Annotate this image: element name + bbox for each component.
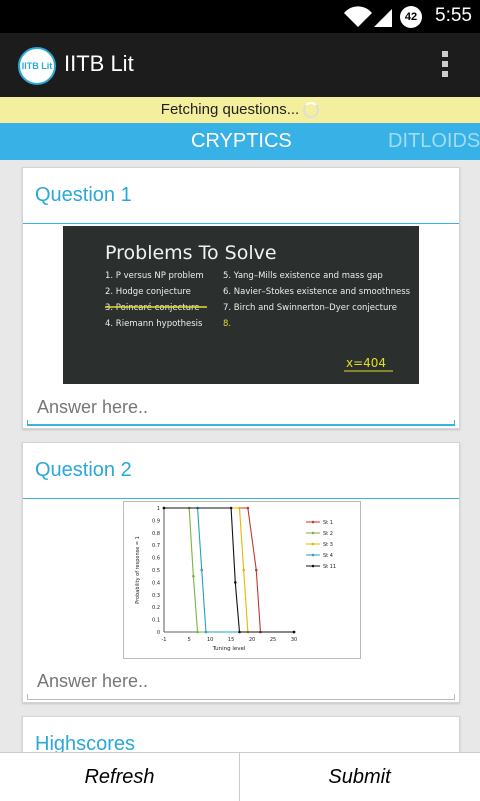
question-image-2: -1 5 10 15 20 25 30 0 0.1 0.2 0.3 0.4 0.5 0.6 0.7 0.8 0.… <box>123 501 361 659</box>
y-tick-label: 0 <box>157 630 160 636</box>
board-heading: Problems To Solve <box>105 242 277 264</box>
y-tick-label: 0.9 <box>152 518 160 524</box>
series-point <box>196 630 199 634</box>
series-line <box>164 507 294 633</box>
answer-input-2[interactable] <box>27 664 455 698</box>
series-point <box>238 506 241 510</box>
x-tick-label: 5 <box>188 637 191 643</box>
series-line <box>164 507 294 633</box>
legend-marker <box>311 553 315 557</box>
board-item: 2. Hodge conjecture <box>105 287 191 297</box>
fetch-banner-text: Fetching questions... <box>160 101 300 118</box>
board-item: 5. Yang–Mills existence and mass gap <box>223 271 383 281</box>
y-tick-label: 0.2 <box>152 605 160 611</box>
x-tick-label: 10 <box>207 637 213 643</box>
x-tick-label: -1 <box>162 637 167 643</box>
question-title-2: Question 2 <box>35 459 132 481</box>
question-header-1: Question 1 <box>23 168 459 224</box>
battery-icon: 42 <box>400 6 422 28</box>
action-bar: IITB Lit IITB Lit <box>0 33 480 97</box>
y-tick-label: 0.7 <box>152 543 160 549</box>
app-logo[interactable]: IITB Lit <box>18 47 56 85</box>
series-point <box>246 506 250 510</box>
board-item: 7. Birch and Swinnerton–Dyer conjecture <box>223 303 397 313</box>
series-point <box>233 581 237 584</box>
series-point <box>162 506 166 510</box>
legend-label: St 1 <box>323 520 333 526</box>
answer-underline-1 <box>27 420 455 426</box>
spinner-icon <box>303 102 320 119</box>
legend-label: St 3 <box>323 542 333 548</box>
legend-label: St 4 <box>323 553 333 559</box>
question-card-1: Question 1 Problems To Solve 1. P versus… <box>22 167 460 429</box>
x-tick-label: 25 <box>270 637 276 643</box>
y-tick-label: 0.1 <box>152 618 160 624</box>
x-tick-label: 15 <box>228 637 234 643</box>
series-point <box>229 506 233 510</box>
tab-strip: CRYPTICS DITLOIDS <box>0 123 480 160</box>
wifi-icon <box>344 6 392 27</box>
answer-input-1[interactable] <box>27 390 455 424</box>
legend-marker <box>311 542 315 546</box>
board-note: x=404 <box>346 356 386 370</box>
x-tick-label: 30 <box>291 637 297 643</box>
y-tick-label: 1 <box>157 506 160 512</box>
status-bar: 42 5:55 <box>0 0 480 33</box>
legend-marker <box>311 531 315 535</box>
series-line <box>164 507 294 633</box>
series-point <box>242 568 245 572</box>
board-item: 4. Riemann hypothesis <box>105 319 203 329</box>
legend-label: St 2 <box>323 531 333 537</box>
series-point <box>254 568 258 572</box>
refresh-button[interactable]: Refresh <box>0 753 240 801</box>
series-point <box>200 568 204 572</box>
x-axis-label: Tuning level <box>212 646 246 652</box>
legend-marker <box>311 564 315 568</box>
app-title: IITB Lit <box>64 51 134 76</box>
question-header-2: Question 2 <box>23 443 459 499</box>
series-line <box>164 507 294 633</box>
answer-underline-2 <box>27 694 455 700</box>
series-point <box>292 630 296 634</box>
series-point <box>238 630 241 634</box>
y-tick-label: 0.6 <box>152 556 160 562</box>
board-item: 8. <box>223 319 231 329</box>
y-tick-label: 0.3 <box>152 593 160 599</box>
series-point <box>192 574 195 578</box>
bottom-action-bar: Refresh Submit <box>0 752 480 801</box>
tab-cryptics[interactable]: CRYPTICS <box>191 130 292 153</box>
fetch-banner: Fetching questions... <box>0 97 480 123</box>
overflow-menu-icon[interactable] <box>442 51 450 81</box>
legend-marker <box>311 520 315 524</box>
question-card-2: Question 2 -1 5 10 15 20 25 30 0 0.1 0.2 0.3 0.4 0.5… <box>22 442 460 703</box>
x-tick-label: 20 <box>249 637 255 643</box>
series-line <box>164 507 294 633</box>
series-point <box>204 630 208 634</box>
y-tick-label: 0.4 <box>152 580 160 586</box>
submit-button[interactable]: Submit <box>240 753 479 801</box>
tab-ditloids[interactable]: DITLOIDS <box>388 130 480 153</box>
question-image-1: Problems To Solve 1. P versus NP problem… <box>63 226 419 384</box>
y-tick-label: 0.5 <box>152 568 160 574</box>
board-item: 1. P versus NP problem <box>105 271 204 281</box>
clock: 5:55 <box>435 5 472 26</box>
y-axis-label: Probability of response = 1 <box>135 536 141 604</box>
question-title-1: Question 1 <box>35 184 132 206</box>
legend-label: St 11 <box>323 564 336 570</box>
board-item: 6. Navier–Stokes existence and smoothnes… <box>223 287 411 297</box>
y-tick-label: 0.8 <box>152 531 160 537</box>
